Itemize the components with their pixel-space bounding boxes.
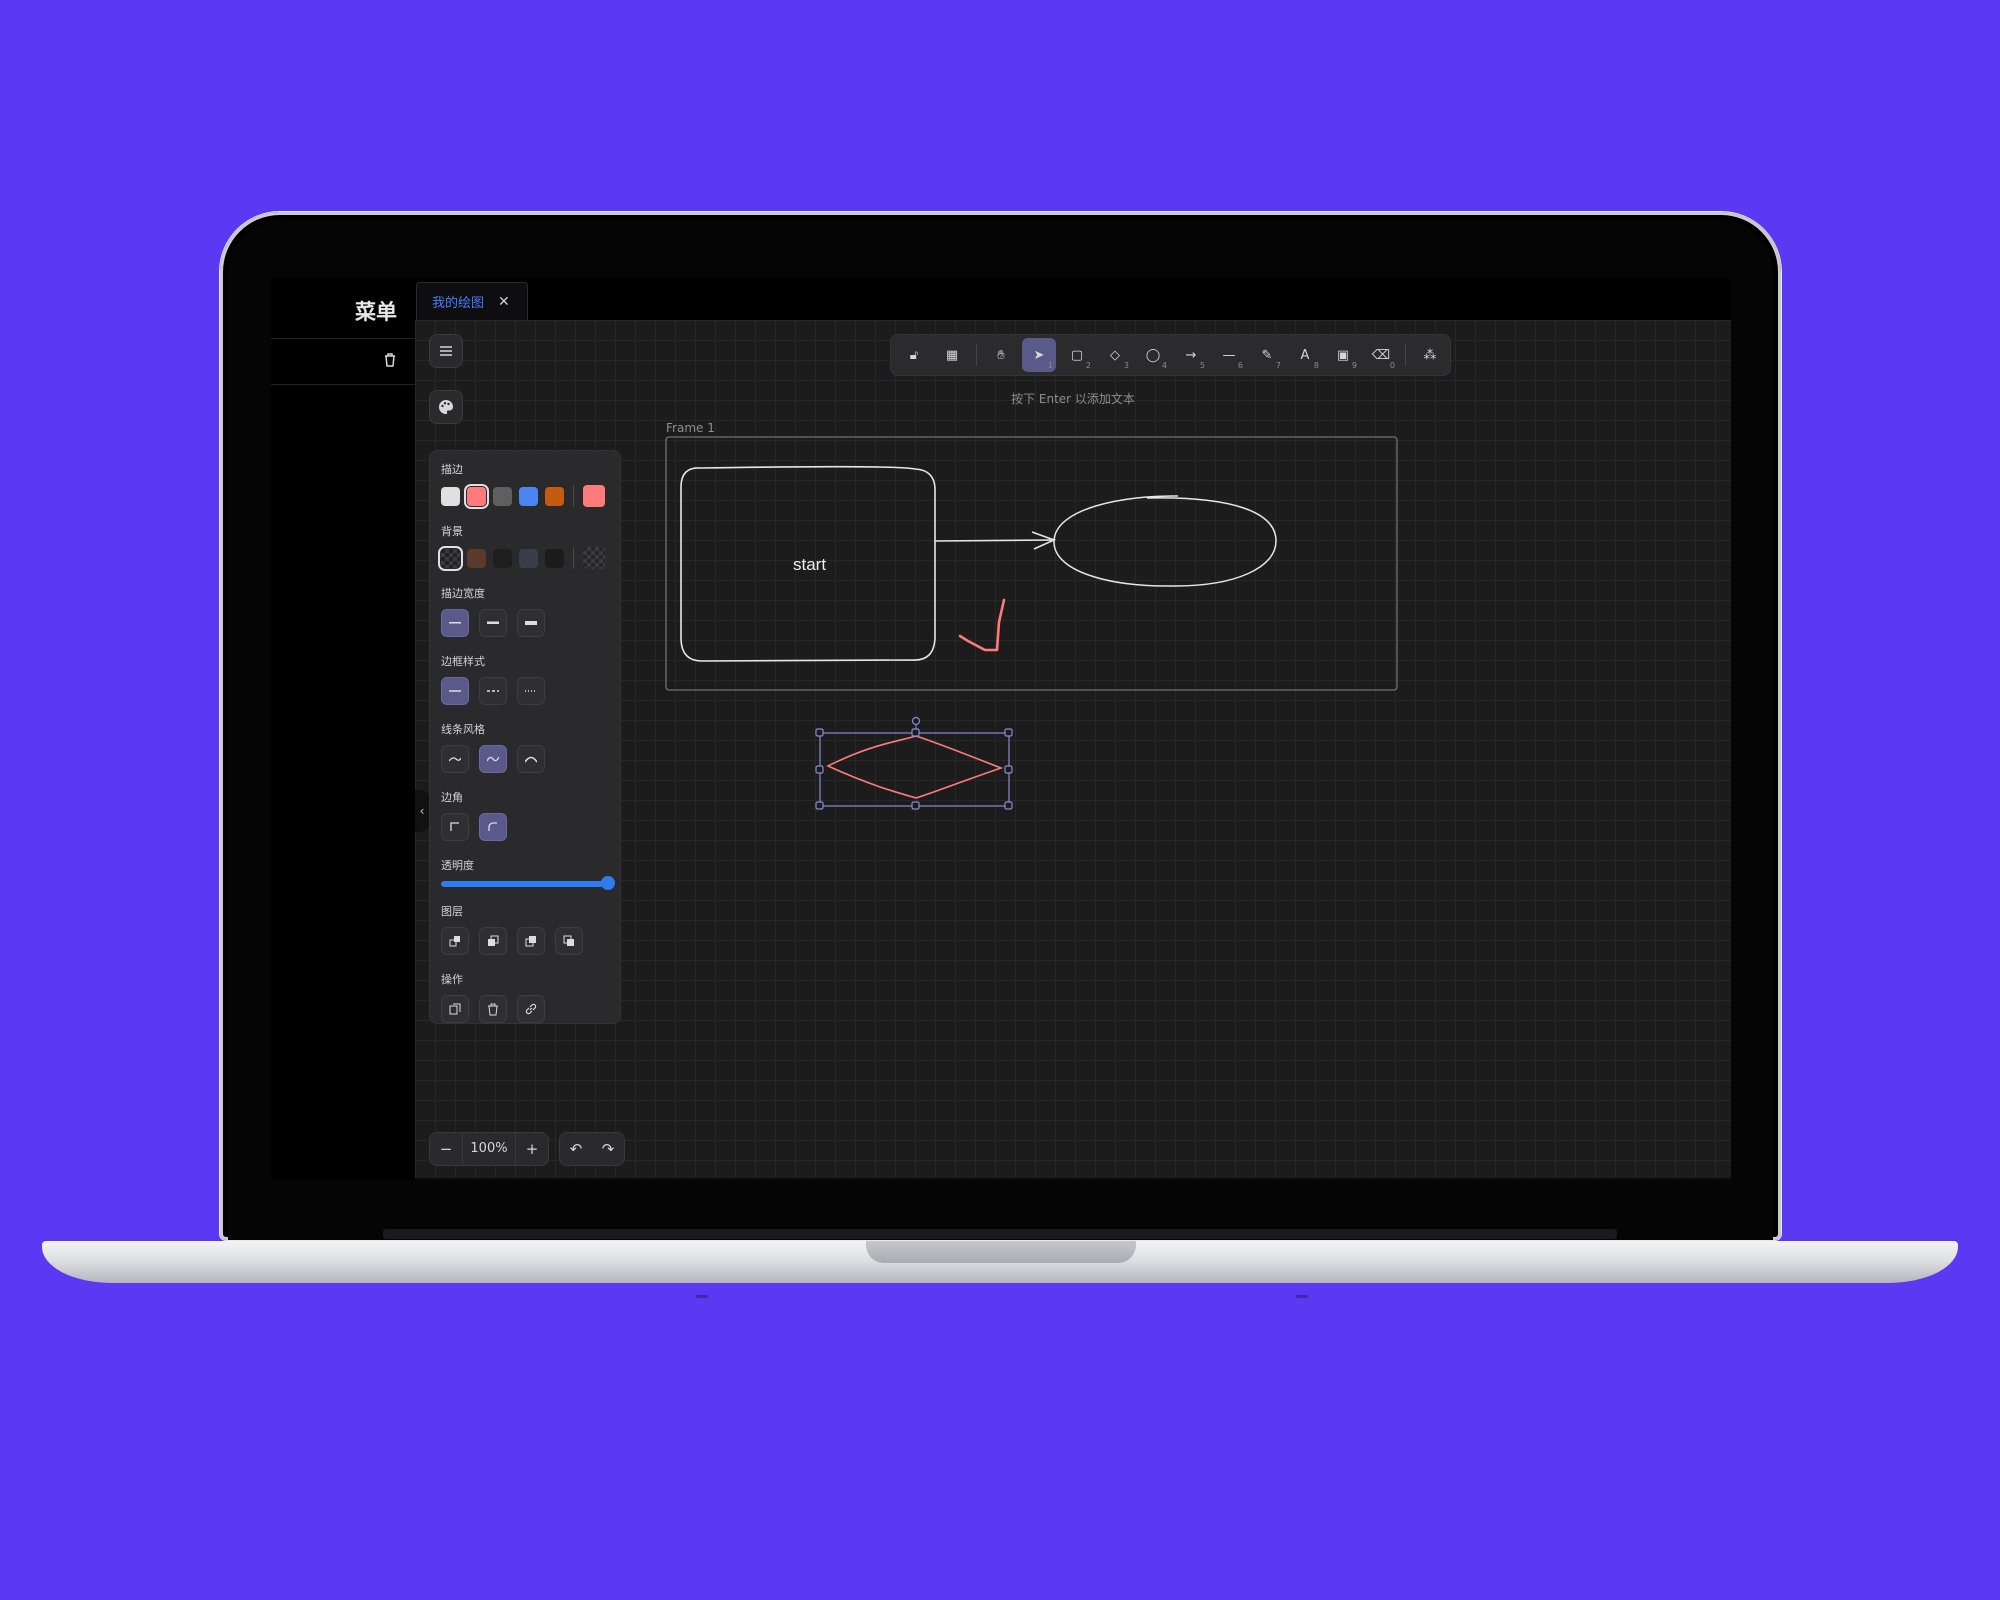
zoom-level[interactable]: 100% — [462, 1133, 516, 1165]
start-rectangle-text[interactable]: start — [793, 555, 826, 574]
drawing-layer: start — [665, 436, 1398, 810]
laptop-foot — [1296, 1295, 1308, 1298]
sidebar-divider — [271, 384, 415, 385]
redo-button[interactable]: ↷ — [592, 1133, 624, 1165]
selection-box[interactable] — [815, 716, 1013, 810]
zoom-group: − 100% + — [429, 1132, 549, 1166]
laptop-notch — [866, 1241, 1136, 1263]
sidebar-title: 菜单 — [355, 300, 397, 324]
close-icon[interactable]: ✕ — [498, 294, 510, 310]
rotate-handle[interactable] — [911, 716, 921, 726]
pencil-stroke[interactable] — [958, 598, 1006, 652]
history-group: ↶ ↷ — [559, 1132, 625, 1166]
laptop-foot — [696, 1295, 708, 1298]
laptop-hinge — [383, 1229, 1617, 1239]
diamond-shape[interactable] — [826, 735, 1004, 799]
tab-my-drawing[interactable]: 我的绘图 ✕ — [416, 282, 528, 320]
connector-arrow[interactable] — [934, 539, 1055, 542]
app-screen: 菜单 我的绘图 ✕ 🔓︎ ▦ ✋︎ ➤ 1 ▢ 2 ◇ 3 ◯ 4 → 5—6 ✎ 7 A 8 ▣ 9 ⌫ 0 ⁂ 按下 … — [271, 278, 1731, 1180]
sidebar: 菜单 — [271, 278, 415, 1180]
zoom-out-button[interactable]: − — [430, 1133, 462, 1165]
zoom-controls: − 100% + ↶ ↷ — [429, 1132, 625, 1166]
canvas-bottom-edge — [415, 1178, 1731, 1180]
drawing-canvas[interactable]: 🔓︎ ▦ ✋︎ ➤ 1 ▢ 2 ◇ 3 ◯ 4 → 5—6 ✎ 7 A 8 ▣ 9 ⌫ 0 ⁂ 按下 Enter 以添加文… — [415, 320, 1731, 1180]
frame-1[interactable] — [665, 436, 1398, 691]
sidebar-divider — [271, 338, 415, 339]
tab-label[interactable]: 我的绘图 — [432, 292, 484, 311]
zoom-in-button[interactable]: + — [516, 1133, 548, 1165]
undo-button[interactable]: ↶ — [560, 1133, 592, 1165]
ellipse-shape[interactable] — [1053, 495, 1277, 587]
trash-icon[interactable] — [383, 352, 397, 368]
